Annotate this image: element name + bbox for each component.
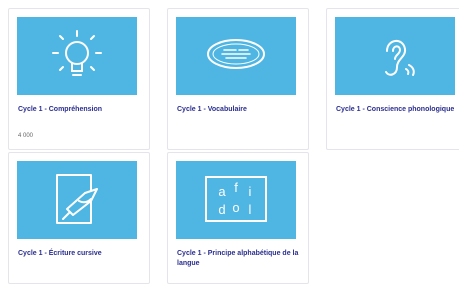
vocabulary-oval-icon bbox=[207, 39, 265, 69]
letter-glyph: d bbox=[218, 202, 225, 217]
letter-glyph: f bbox=[234, 180, 238, 195]
card-title[interactable]: Cycle 1 - Écriture cursive bbox=[18, 249, 144, 259]
card-grid: Cycle 1 - Compréhension 4 000 Cycle 1 - … bbox=[0, 0, 459, 287]
card-title[interactable]: Cycle 1 - Compréhension bbox=[18, 105, 144, 115]
card-title[interactable]: Cycle 1 - Principe alphabétique de la la… bbox=[177, 249, 303, 269]
card-meta: 4 000 bbox=[18, 133, 34, 139]
card-thumbnail bbox=[176, 17, 296, 95]
writing-hand-icon bbox=[56, 174, 98, 224]
card-title[interactable]: Cycle 1 - Vocabulaire bbox=[177, 105, 303, 115]
course-card-vocabulaire[interactable]: Cycle 1 - Vocabulaire bbox=[167, 8, 309, 150]
ear-icon bbox=[385, 40, 415, 76]
card-thumbnail bbox=[335, 17, 455, 95]
course-card-ecriture-cursive[interactable]: Cycle 1 - Écriture cursive bbox=[8, 152, 150, 284]
letter-glyph: a bbox=[218, 184, 226, 199]
course-card-principe-alphabetique[interactable]: a f i d o l Cycle 1 - Principe alphabéti… bbox=[167, 152, 309, 284]
alphabet-letters-icon: a f i d o l bbox=[205, 176, 267, 222]
card-thumbnail: a f i d o l bbox=[176, 161, 296, 239]
card-title[interactable]: Cycle 1 - Conscience phonologique bbox=[336, 105, 459, 115]
course-card-conscience-phonologique[interactable]: Cycle 1 - Conscience phonologique bbox=[326, 8, 459, 150]
card-thumbnail bbox=[17, 161, 137, 239]
card-thumbnail bbox=[17, 17, 137, 95]
letter-glyph: l bbox=[249, 202, 252, 217]
lightbulb-icon bbox=[52, 30, 102, 76]
letter-glyph: o bbox=[232, 200, 239, 215]
course-card-comprehension[interactable]: Cycle 1 - Compréhension 4 000 bbox=[8, 8, 150, 150]
letter-glyph: i bbox=[249, 184, 252, 199]
